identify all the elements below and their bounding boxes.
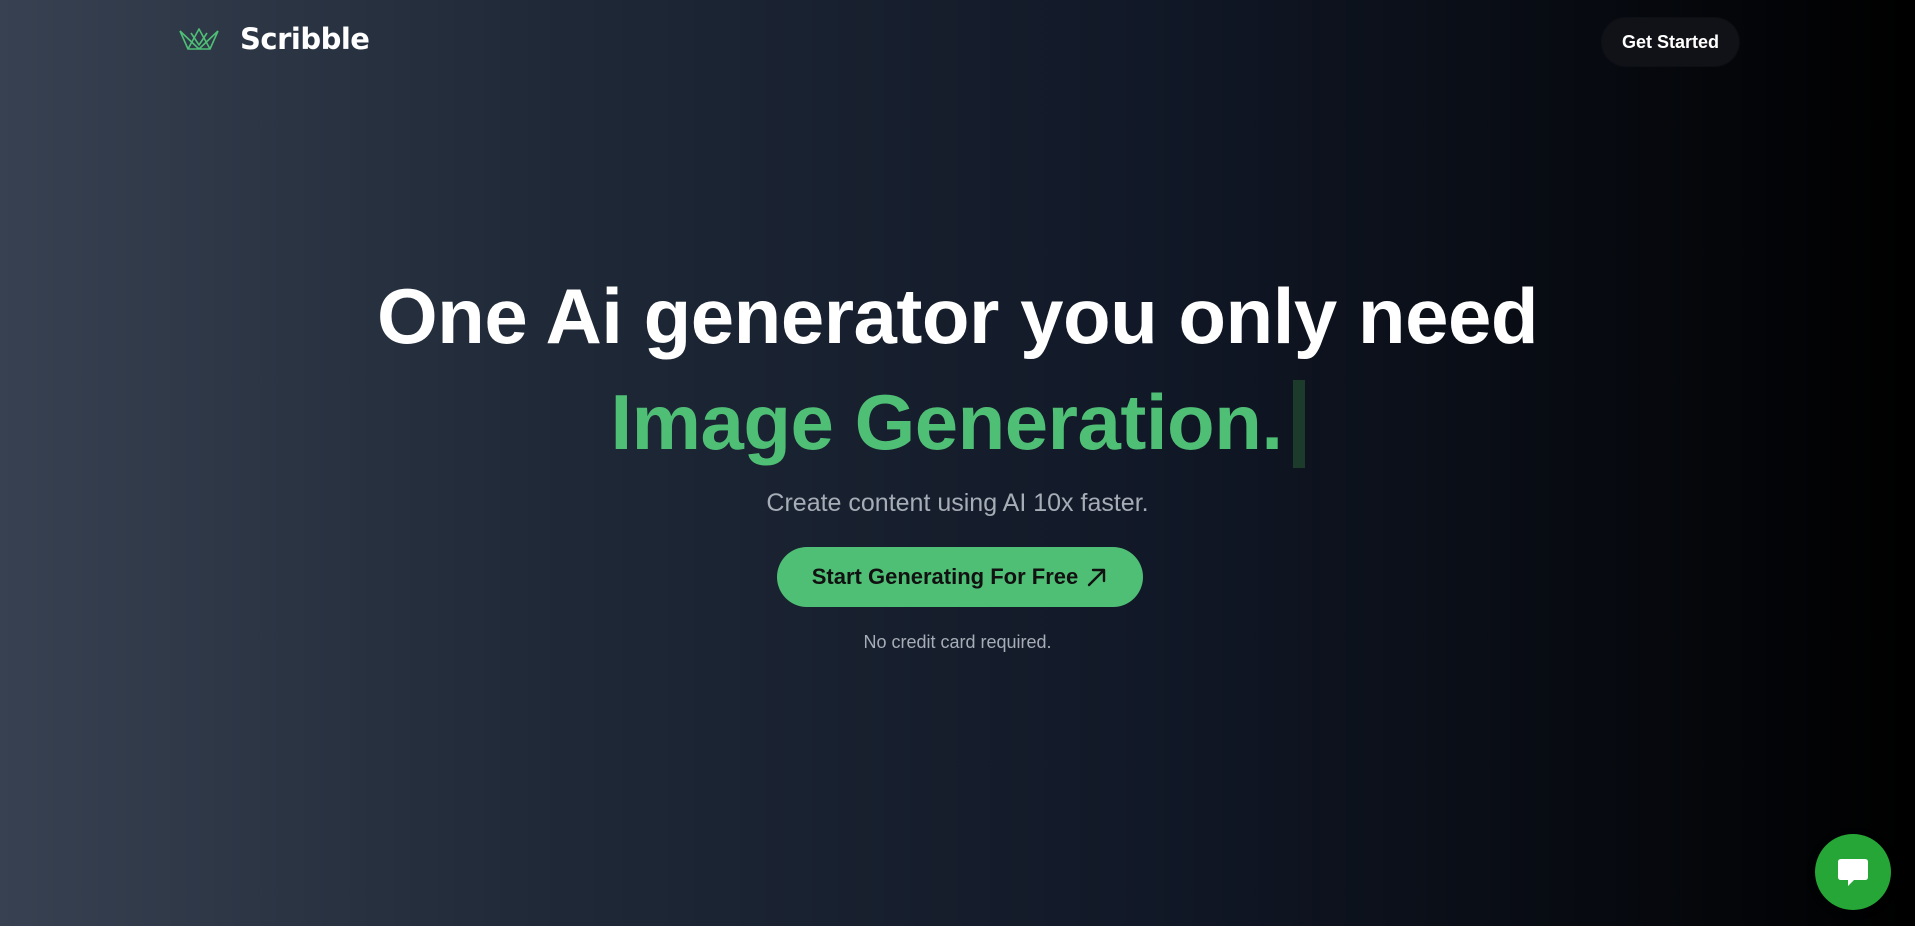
tagline: Create content using AI 10x faster. <box>766 489 1149 517</box>
brand-name: Scribble <box>240 22 370 56</box>
typed-headline: Image Generation. <box>0 372 1915 472</box>
chat-widget-button[interactable] <box>1815 834 1891 910</box>
chat-bubble-icon <box>1838 859 1868 886</box>
site-header: Scribble Get Started <box>0 0 1915 84</box>
no-credit-card-note: No credit card required. <box>863 632 1052 652</box>
brand-link[interactable]: Scribble <box>178 22 370 56</box>
hero-title: One Ai generator you only need <box>377 272 1538 360</box>
typed-text: Image Generation. <box>610 378 1283 466</box>
cta-label: Start Generating For Free <box>811 564 1079 589</box>
arrow-up-right-icon <box>1088 568 1106 587</box>
crown-icon <box>179 28 219 50</box>
typing-cursor <box>1292 380 1305 468</box>
get-started-button[interactable]: Get Started <box>1602 18 1739 66</box>
start-generating-button[interactable]: Start Generating For Free <box>777 547 1143 607</box>
